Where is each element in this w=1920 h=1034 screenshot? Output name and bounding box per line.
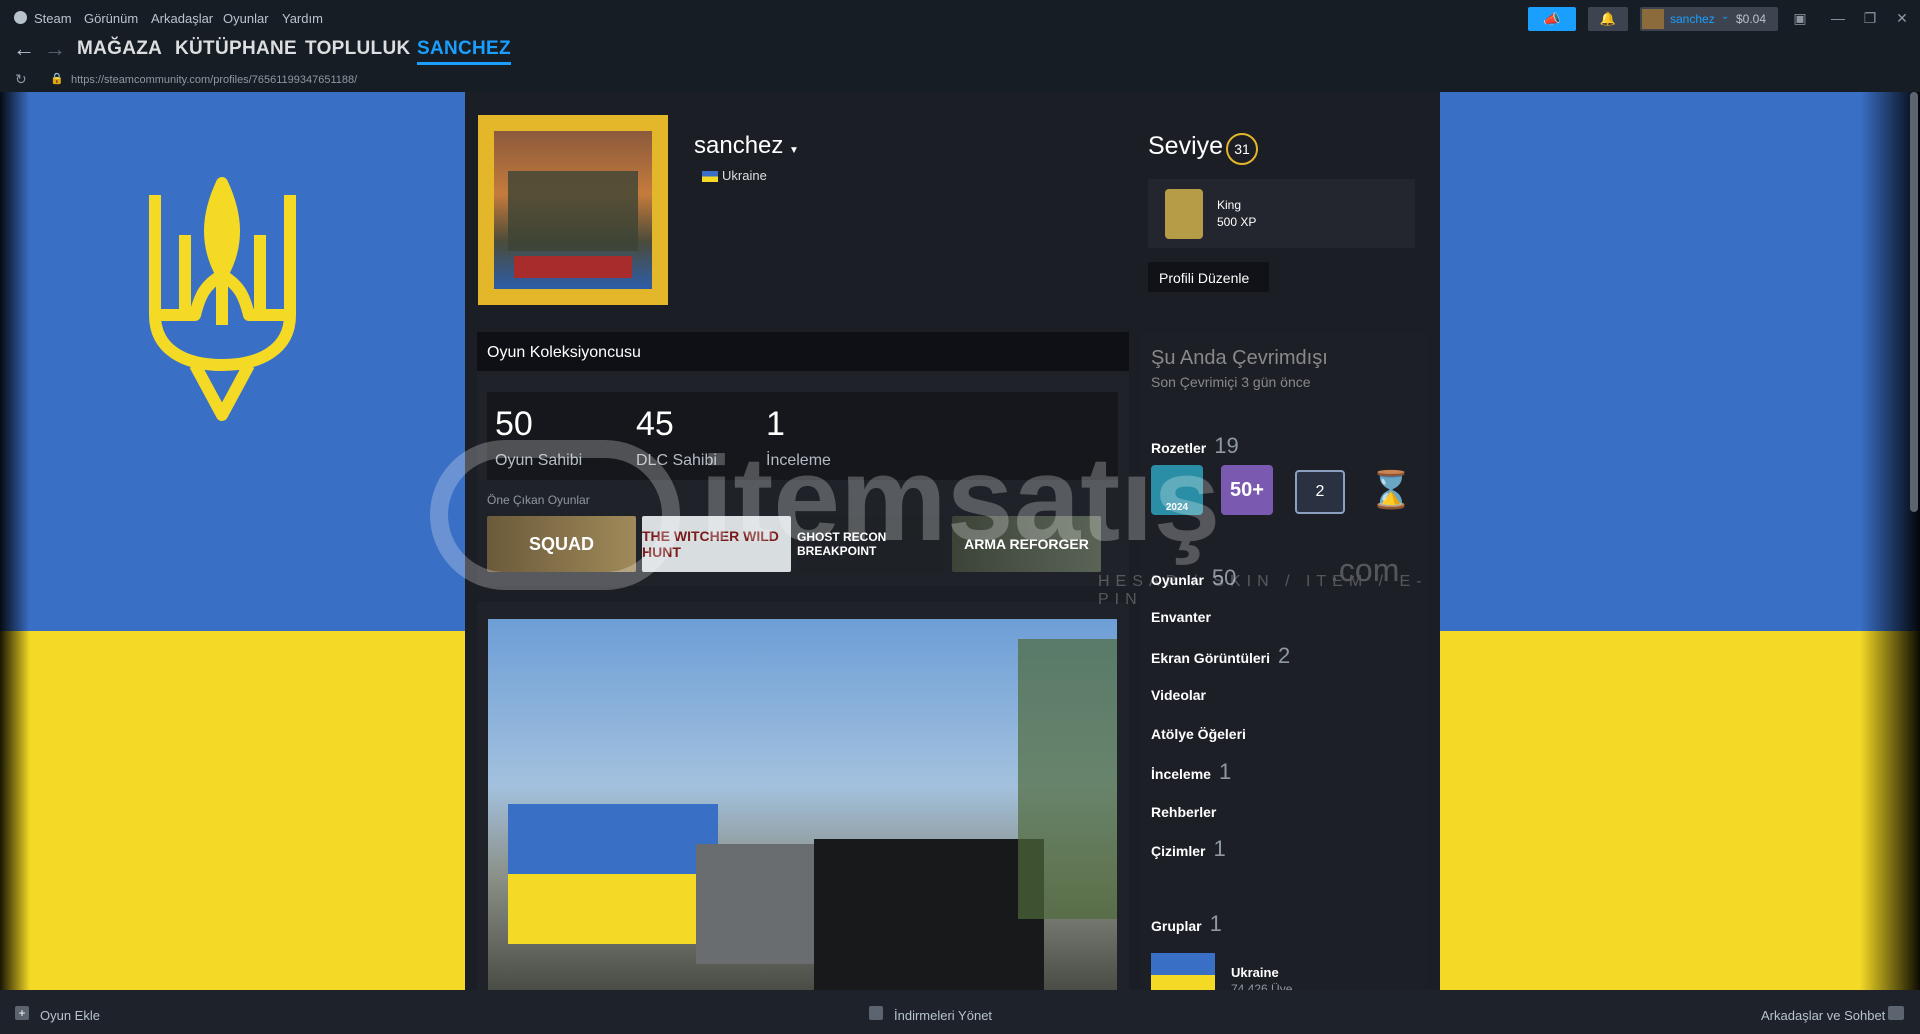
profile-country: Ukraine [722, 168, 767, 183]
background-shade-left [0, 92, 30, 990]
sidebar-videos[interactable]: Videolar [1151, 687, 1206, 703]
online-status: Şu Anda Çevrimdışı [1151, 347, 1328, 369]
url-bar: ↻ 🔒 https://steamcommunity.com/profiles/… [0, 70, 1920, 92]
badge-name: King [1217, 198, 1242, 212]
nav-profile[interactable]: SANCHEZ [417, 38, 511, 65]
sidebar-workshop-label: Atölye Öğeleri [1151, 726, 1246, 742]
artwork-image[interactable] [488, 619, 1117, 990]
sidebar-artwork[interactable]: Çizimler 1 [1151, 836, 1226, 862]
group-members: 74.426 Üye [1231, 982, 1293, 990]
account-balance: $0.04 [1736, 12, 1767, 26]
avatar-image [494, 131, 652, 289]
megaphone-icon: 📣 [1543, 11, 1561, 27]
menu-games[interactable]: Oyunlar [223, 11, 269, 26]
king-badge-icon [1165, 189, 1203, 239]
watermark-domain: .com [1330, 552, 1400, 588]
sidebar-groups-count: 1 [1209, 911, 1222, 936]
reload-icon[interactable]: ↻ [15, 71, 27, 88]
sidebar-reviews-label: İnceleme [1151, 766, 1211, 782]
lock-icon: 🔒 [50, 73, 64, 85]
sidebar-reviews[interactable]: İnceleme 1 [1151, 759, 1231, 785]
back-arrow-icon[interactable]: ← [13, 36, 35, 62]
watermark-logo-icon [430, 440, 680, 590]
showcase-title: Oyun Koleksiyoncusu [487, 344, 641, 361]
last-online: Son Çevrimiçi 3 gün önce [1151, 374, 1311, 390]
downloads-icon[interactable] [869, 1006, 883, 1020]
notifications-button[interactable]: 🔔 [1588, 7, 1628, 31]
friends-chat-button[interactable]: Arkadaşlar ve Sohbet [1761, 1008, 1885, 1023]
chevron-down-icon: ⌄ [1721, 11, 1730, 22]
level-badge[interactable]: 31 [1226, 133, 1258, 165]
steam-logo-icon[interactable] [14, 11, 27, 24]
announcements-button[interactable]: 📣 [1528, 7, 1576, 31]
menu-steam[interactable]: Steam [34, 11, 72, 26]
sidebar-artwork-count: 1 [1213, 836, 1226, 861]
level-label: Seviye [1148, 132, 1224, 160]
favorite-badge-panel[interactable]: King 500 XP [1148, 179, 1415, 248]
scrollbar[interactable] [1910, 92, 1918, 512]
games-owned-count: 50 [495, 405, 533, 443]
menu-view[interactable]: Görünüm [84, 11, 138, 26]
caret-down-icon[interactable]: ▼ [789, 145, 799, 156]
sidebar-groups[interactable]: Gruplar 1 [1151, 911, 1222, 937]
sidebar-reviews-count: 1 [1218, 759, 1232, 784]
sidebar-screenshots-label: Ekran Görüntüleri [1151, 650, 1271, 666]
group-name[interactable]: Ukraine [1231, 965, 1279, 980]
ukraine-flag-icon [702, 171, 718, 182]
edit-profile-button[interactable]: Profili Düzenle [1148, 262, 1269, 292]
account-avatar [1642, 9, 1664, 29]
account-name: sanchez [1670, 12, 1715, 26]
profile-avatar[interactable] [478, 115, 668, 305]
sidebar-guides-label: Rehberler [1151, 804, 1217, 820]
nav-store[interactable]: MAĞAZA [77, 38, 162, 60]
trident-icon [149, 177, 296, 421]
sidebar-screenshots-count: 2 [1278, 643, 1291, 668]
watermark-brand: itemsatış [700, 432, 1221, 566]
dlc-owned-count: 45 [636, 405, 674, 443]
menu-help[interactable]: Yardım [282, 11, 323, 26]
big-picture-icon[interactable]: ▣ [1787, 8, 1813, 30]
bell-icon: 🔔 [1599, 11, 1617, 26]
manage-downloads-button[interactable]: İndirmeleri Yönet [894, 1008, 992, 1023]
nav-bar: ← → MAĞAZA KÜTÜPHANE TOPLULUK SANCHEZ [0, 34, 1920, 70]
add-game-icon[interactable]: + [15, 1006, 29, 1020]
sidebar-groups-label: Gruplar [1151, 918, 1202, 934]
add-game-button[interactable]: Oyun Ekle [40, 1008, 100, 1023]
forward-arrow-icon[interactable]: → [44, 36, 66, 62]
minimize-icon[interactable]: — [1825, 8, 1851, 30]
account-menu[interactable]: sanchez ⌄ $0.04 [1640, 7, 1778, 31]
sidebar-inventory-label: Envanter [1151, 609, 1211, 625]
close-icon[interactable]: ✕ [1889, 8, 1915, 30]
showcase-header: Oyun Koleksiyoncusu [477, 332, 1129, 371]
sidebar-videos-label: Videolar [1151, 687, 1206, 703]
profile-name[interactable]: sanchez [694, 132, 783, 160]
sidebar-screenshots[interactable]: Ekran Görüntüleri 2 [1151, 643, 1290, 669]
menu-friends[interactable]: Arkadaşlar [151, 11, 213, 26]
watermark: itemsatış HESAP / SKIN / ITEM / E-PIN .c… [430, 432, 1450, 608]
sidebar-artwork-label: Çizimler [1151, 843, 1206, 859]
maximize-icon[interactable]: ❐ [1857, 8, 1883, 30]
edit-profile-label: Profili Düzenle [1159, 270, 1250, 286]
friends-chat-icon[interactable] [1888, 1006, 1904, 1020]
sidebar-guides[interactable]: Rehberler [1151, 804, 1216, 820]
sidebar-inventory[interactable]: Envanter [1151, 609, 1211, 625]
url-text[interactable]: https://steamcommunity.com/profiles/7656… [71, 74, 357, 86]
nav-community[interactable]: TOPLULUK [305, 38, 411, 60]
sidebar-workshop[interactable]: Atölye Öğeleri [1151, 726, 1246, 742]
group-avatar[interactable] [1151, 953, 1215, 990]
badge-xp: 500 XP [1217, 215, 1257, 229]
nav-library[interactable]: KÜTÜPHANE [175, 38, 297, 60]
title-bar: Steam Görünüm Arkadaşlar Oyunlar Yardım … [0, 0, 1920, 34]
